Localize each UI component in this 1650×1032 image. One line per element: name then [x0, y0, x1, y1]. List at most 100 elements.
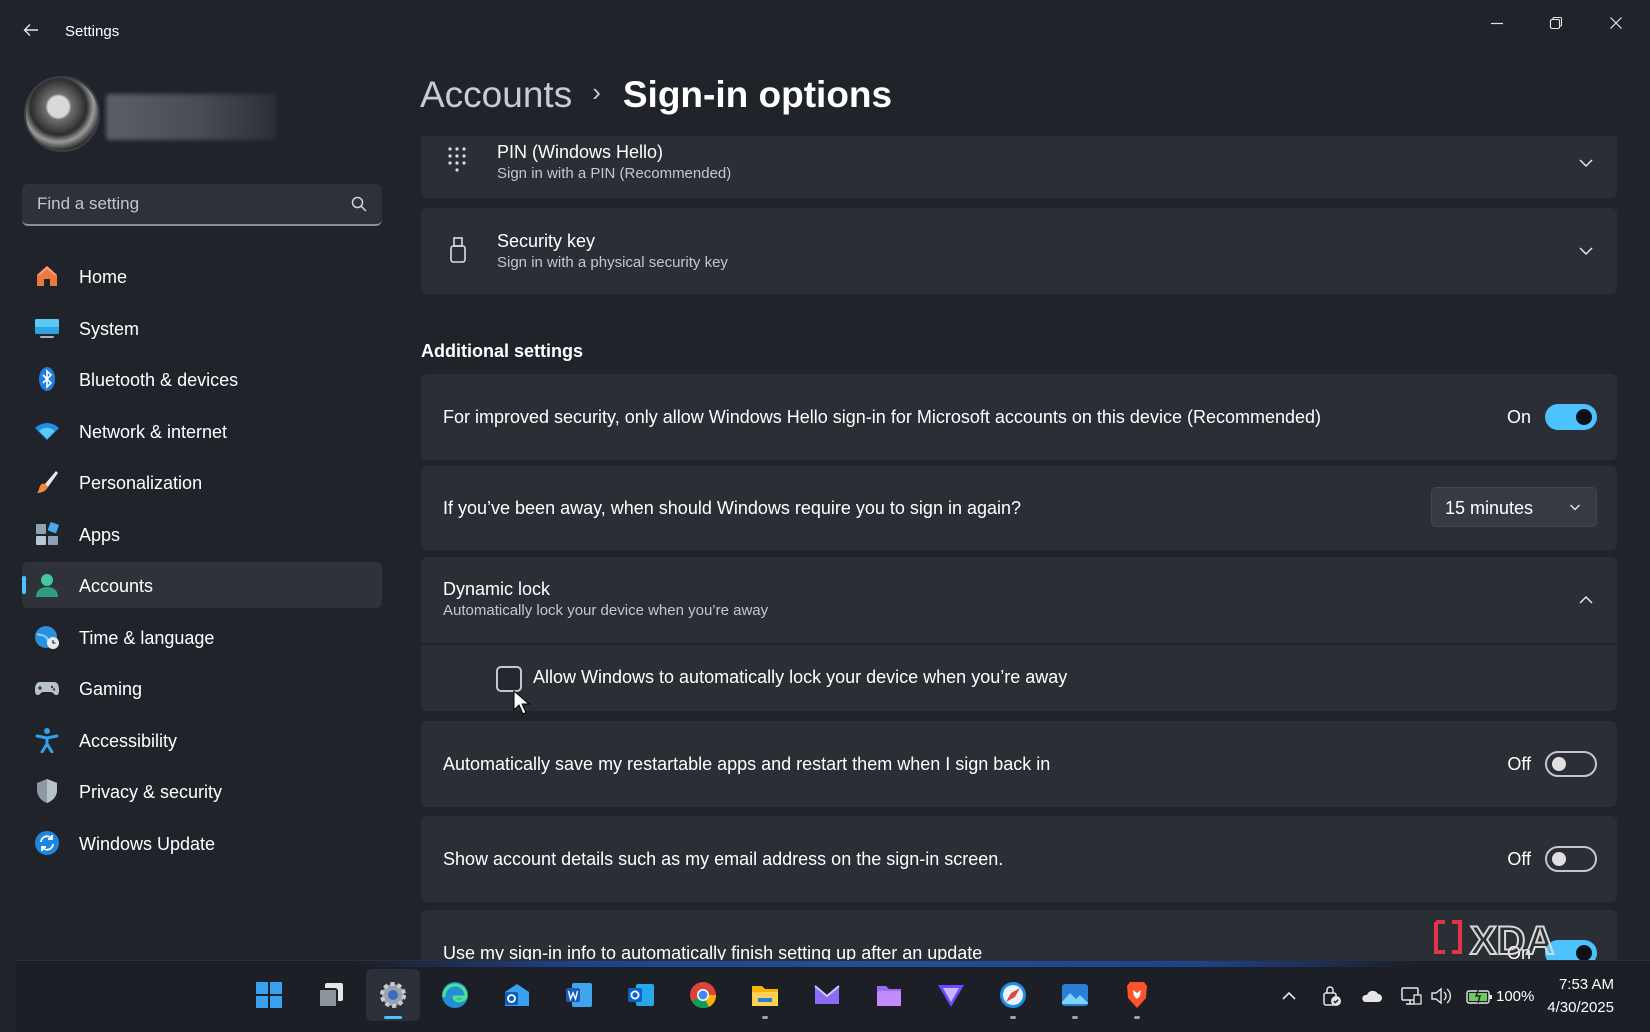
chrome-icon — [690, 982, 717, 1009]
chevron-down-icon[interactable] — [1577, 154, 1595, 172]
require-signin-dropdown[interactable]: 15 minutes — [1431, 487, 1597, 527]
chevron-up-icon[interactable] — [1577, 591, 1595, 609]
battery-charging-icon[interactable] — [1466, 985, 1494, 1007]
taskbar-chrome[interactable] — [676, 969, 730, 1021]
security-key-card[interactable]: Security key Sign in with a physical sec… — [421, 208, 1617, 294]
dynamic-lock-checkbox-label[interactable]: Allow Windows to automatically lock your… — [533, 667, 1067, 688]
sidebar-item-privacy-security[interactable]: Privacy & security — [22, 768, 382, 814]
sidebar-item-personalization[interactable]: Personalization — [22, 459, 382, 505]
sidebar-item-bluetooth[interactable]: Bluetooth & devices — [22, 356, 382, 402]
proton-vpn-icon — [938, 985, 964, 1007]
toggle-knob — [1576, 409, 1592, 425]
taskbar-settings[interactable] — [366, 969, 420, 1021]
edge-icon — [442, 982, 468, 1008]
search-input[interactable] — [22, 184, 342, 224]
accessibility-icon — [35, 727, 59, 753]
account-details-toggle[interactable] — [1545, 846, 1597, 872]
update-icon — [35, 830, 59, 855]
chevron-up-icon[interactable] — [1278, 985, 1300, 1007]
sidebar-item-system[interactable]: System — [22, 305, 382, 351]
dynamic-lock-subtitle: Automatically lock your device when you’… — [443, 602, 769, 619]
outlook-new-icon — [505, 984, 529, 1006]
bluetooth-icon — [39, 367, 55, 391]
network-icon — [35, 422, 59, 440]
finish-setup-label: Use my sign-in info to automatically fin… — [443, 943, 983, 960]
running-indicator — [762, 1016, 768, 1019]
taskbar-outlook[interactable] — [614, 969, 668, 1021]
taskbar-file-explorer[interactable] — [738, 969, 792, 1021]
network-ethernet-icon[interactable] — [1400, 985, 1422, 1007]
minimize-button[interactable] — [1474, 8, 1520, 40]
taskbar-word[interactable] — [552, 969, 606, 1021]
sidebar-item-label: Time & language — [79, 627, 215, 648]
taskbar-outlook-new[interactable] — [490, 969, 544, 1021]
restart-apps-toggle[interactable] — [1545, 751, 1597, 777]
security-key-subtitle: Sign in with a physical security key — [497, 254, 728, 271]
search-icon[interactable] — [350, 195, 368, 213]
running-indicator — [1072, 1016, 1078, 1019]
account-details-row: Show account details such as my email ad… — [421, 816, 1617, 902]
dynamic-lock-checkbox[interactable] — [496, 666, 522, 692]
chevron-down-icon[interactable] — [1577, 242, 1595, 260]
search-box — [22, 184, 382, 226]
sidebar-item-accounts[interactable]: Accounts — [22, 562, 382, 608]
restore-button[interactable] — [1533, 8, 1579, 40]
sidebar-item-gaming[interactable]: Gaming — [22, 665, 382, 711]
settings-icon — [380, 982, 406, 1008]
pin-card[interactable]: PIN (Windows Hello) Sign in with a PIN (… — [421, 136, 1617, 198]
hello-only-toggle[interactable] — [1545, 404, 1597, 430]
mouse-cursor-icon — [513, 690, 531, 715]
files-icon — [877, 986, 901, 1006]
running-indicator — [1010, 1016, 1016, 1019]
taskbar-proton-vpn[interactable] — [924, 969, 978, 1021]
sidebar-item-label: Privacy & security — [79, 782, 223, 802]
apps-icon — [36, 521, 59, 545]
taskbar-brave[interactable] — [1110, 969, 1164, 1021]
toggle-knob — [1552, 852, 1566, 866]
minimize-icon — [1491, 22, 1503, 25]
breadcrumb-parent-link[interactable]: Accounts — [420, 74, 572, 115]
restart-apps-label: Automatically save my restartable apps a… — [443, 754, 1051, 774]
clock-time[interactable]: 7:53 AM — [1559, 976, 1614, 993]
onedrive-icon[interactable] — [1360, 985, 1382, 1007]
taskbar-task-view[interactable] — [304, 969, 358, 1021]
sidebar-item-accessibility[interactable]: Accessibility — [22, 717, 382, 763]
close-button[interactable] — [1593, 8, 1639, 40]
taskbar-proton-mail[interactable] — [800, 969, 854, 1021]
taskbar-photos[interactable] — [1048, 969, 1102, 1021]
taskbar-start-button[interactable] — [242, 969, 296, 1021]
security-key-title: Security key — [497, 231, 596, 251]
running-indicator — [1134, 1016, 1140, 1019]
volume-icon[interactable] — [1430, 985, 1452, 1007]
sidebar-item-label: Accessibility — [79, 730, 178, 751]
proton-mail-icon — [814, 985, 840, 1004]
dynamic-lock-header[interactable]: Dynamic lock Automatically lock your dev… — [421, 557, 1617, 643]
brush-icon — [37, 471, 58, 493]
user-avatar[interactable] — [24, 76, 100, 152]
sidebar-item-windows-update[interactable]: Windows Update — [22, 820, 382, 866]
sidebar-item-label: Bluetooth & devices — [79, 370, 239, 390]
sidebar-item-label: Windows Update — [79, 833, 216, 854]
sidebar-item-network[interactable]: Network & internet — [22, 408, 382, 454]
breadcrumb: Accounts › Sign-in options — [420, 74, 892, 124]
keypad-icon — [448, 147, 466, 172]
home-icon — [37, 266, 57, 286]
taskbar-browser[interactable] — [986, 969, 1040, 1021]
taskbar-edge[interactable] — [428, 969, 482, 1021]
shield-icon — [37, 779, 57, 803]
require-signin-label: If you’ve been away, when should Windows… — [443, 498, 1022, 518]
system-icon — [35, 318, 59, 338]
usb-key-icon — [450, 237, 466, 263]
sidebar-item-apps[interactable]: Apps — [22, 511, 382, 557]
back-button[interactable] — [18, 20, 44, 46]
security-tray-icon[interactable] — [1320, 985, 1342, 1007]
taskbar: 100% 7:53 AM 4/30/2025 — [16, 960, 1650, 1032]
battery-percentage: 100% — [1496, 988, 1535, 1005]
sidebar-nav: Home System Bluetooth & devices Network … — [22, 253, 382, 871]
clock-date[interactable]: 4/30/2025 — [1547, 999, 1614, 1016]
taskbar-files[interactable] — [862, 969, 916, 1021]
sidebar-item-time-language[interactable]: Time & language — [22, 614, 382, 660]
word-icon — [566, 983, 592, 1007]
dynamic-lock-body: Allow Windows to automatically lock your… — [421, 645, 1617, 711]
sidebar-item-home[interactable]: Home — [22, 253, 382, 299]
